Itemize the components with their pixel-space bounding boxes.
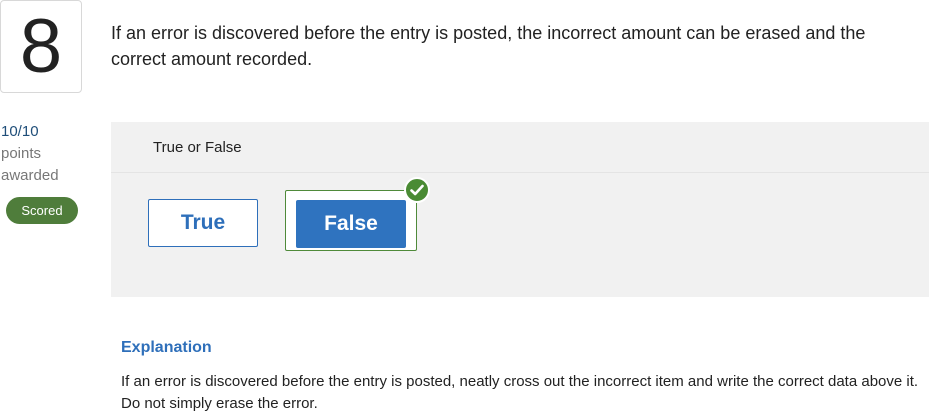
checkmark-glyph [410, 184, 424, 196]
explanation-title: Explanation [121, 339, 212, 356]
check-circle-icon [404, 177, 430, 203]
status-badge: Scored [6, 197, 78, 224]
question-number: 8 [0, 0, 82, 93]
answer-type-label: True or False [153, 139, 242, 156]
score-awarded-label: awarded [1, 167, 59, 184]
true-option-button[interactable]: True [148, 199, 258, 247]
score-panel: 10/10 points awarded [1, 121, 91, 187]
false-option-button[interactable]: False [296, 200, 406, 248]
score-points-label: points [1, 145, 42, 162]
answer-panel: True or False True False [111, 122, 929, 297]
explanation-text: If an error is discovered before the ent… [121, 373, 919, 412]
score-value: 10/10 [1, 123, 39, 140]
selected-option-highlight: False [285, 190, 417, 251]
answer-panel-header: True or False [111, 122, 929, 173]
question-text: If an error is discovered before the ent… [111, 23, 866, 69]
